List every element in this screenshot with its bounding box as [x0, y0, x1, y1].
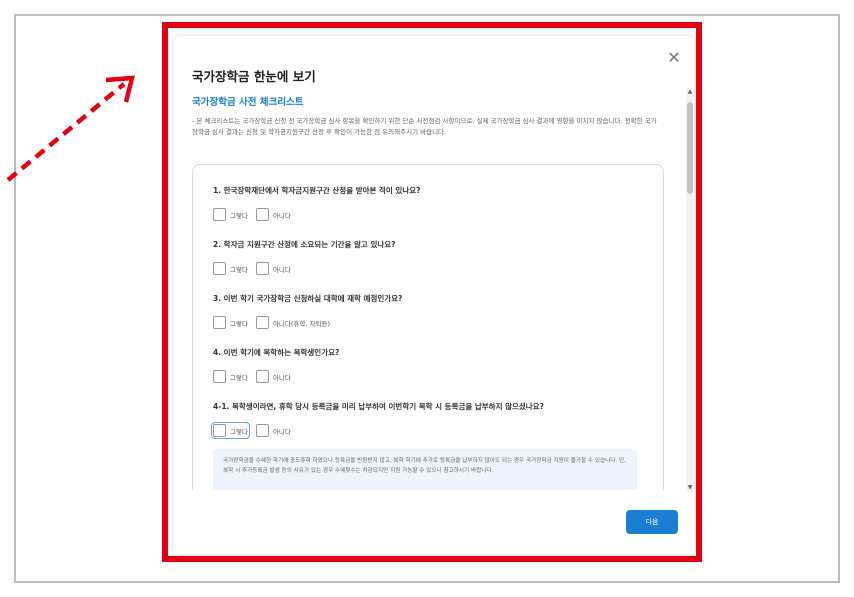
scroll-up-icon[interactable]: ▲ — [686, 88, 694, 96]
info-note: 국가장학금을 수혜한 학기에 중도휴학 하였으나 등록금을 반환받지 않고, 복… — [213, 449, 637, 490]
option-no[interactable]: 아니다 — [255, 262, 291, 275]
question-2: 2. 학자금 지원구간 산정에 소요되는 기간을 알고 있나요? 그렇다 아니다 — [213, 239, 653, 275]
option-no[interactable]: 아니다 — [255, 424, 291, 437]
checkbox-icon[interactable] — [213, 316, 226, 329]
question-3: 3. 이번 학기 국가장학금 신청하실 대학에 재학 예정인가요? 그렇다 아니… — [213, 293, 653, 329]
question-1: 1. 한국장학재단에서 학자금지원구간 산정을 받아본 적이 있나요? 그렇다 … — [213, 185, 653, 221]
checkbox-icon[interactable] — [255, 424, 269, 437]
checkbox-icon[interactable] — [213, 370, 226, 383]
option-yes[interactable]: 그렇다 — [211, 422, 250, 439]
question-title: 2. 학자금 지원구간 산정에 소요되는 기간을 알고 있나요? — [213, 240, 396, 249]
checkbox-icon[interactable] — [255, 316, 269, 329]
option-no[interactable]: 아니다(휴학, 자퇴등) — [255, 316, 330, 329]
close-icon[interactable]: ✕ — [666, 50, 682, 66]
option-yes[interactable]: 그렇다 — [213, 208, 248, 221]
question-title: 1. 한국장학재단에서 학자금지원구간 산정을 받아본 적이 있나요? — [213, 186, 421, 195]
checkbox-icon[interactable] — [213, 424, 226, 437]
question-4-1: 4-1. 복학생이라면, 휴학 당시 등록금을 미리 납부하여 이번학기 복학 … — [211, 401, 653, 439]
scrollbar[interactable]: ▲ ▼ — [686, 88, 694, 492]
modal-scroll-area[interactable]: 국가장학금 사전 체크리스트 - 본 체크리스트는 국가장학금 신청 전 국가장… — [174, 86, 686, 490]
option-yes[interactable]: 그렇다 — [213, 316, 248, 329]
checklist-card: 1. 한국장학재단에서 학자금지원구간 산정을 받아본 적이 있나요? 그렇다 … — [192, 164, 664, 490]
checkbox-icon[interactable] — [255, 262, 269, 275]
question-title: 4-1. 복학생이라면, 휴학 당시 등록금을 미리 납부하여 이번학기 복학 … — [213, 402, 544, 411]
checkbox-icon[interactable] — [213, 208, 226, 221]
checkbox-icon[interactable] — [255, 370, 269, 383]
checkbox-icon[interactable] — [255, 208, 269, 221]
checkbox-icon[interactable] — [213, 262, 226, 275]
intro-text: - 본 체크리스트는 국가장학금 신청 전 국가장학금 심사 항목을 확인하기 … — [192, 117, 657, 136]
question-title: 4. 이번 학기에 복학하는 복학생인가요? — [213, 348, 340, 357]
scrollbar-thumb[interactable] — [687, 102, 693, 194]
option-yes[interactable]: 그렇다 — [213, 262, 248, 275]
section-title: 국가장학금 사전 체크리스트 — [192, 97, 304, 108]
question-title: 3. 이번 학기 국가장학금 신청하실 대학에 재학 예정인가요? — [213, 294, 403, 303]
option-yes[interactable]: 그렇다 — [213, 370, 248, 383]
question-4: 4. 이번 학기에 복학하는 복학생인가요? 그렇다 아니다 — [213, 347, 653, 383]
scholarship-modal: 국가장학금 한눈에 보기 ✕ 국가장학금 사전 체크리스트 - 본 체크리스트는… — [174, 36, 694, 554]
option-no[interactable]: 아니다 — [255, 370, 291, 383]
modal-title: 국가장학금 한눈에 보기 — [192, 69, 316, 84]
next-button[interactable]: 다음 — [626, 510, 678, 534]
option-no[interactable]: 아니다 — [255, 208, 291, 221]
scroll-down-icon[interactable]: ▼ — [686, 484, 694, 492]
